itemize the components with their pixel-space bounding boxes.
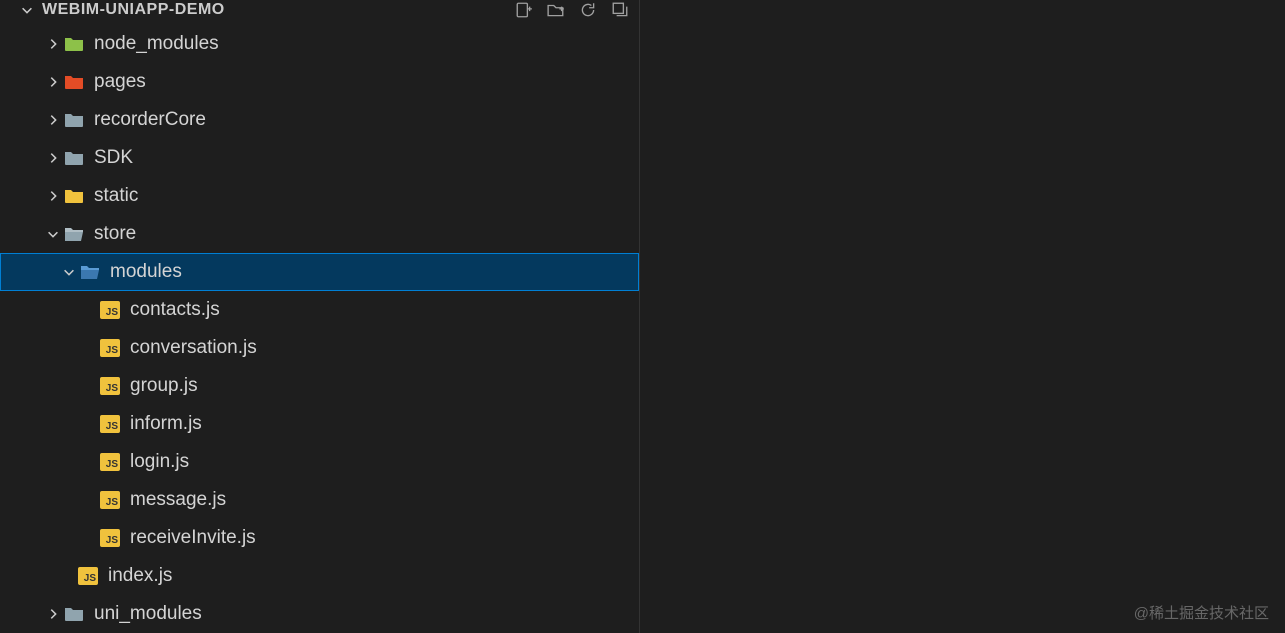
tree-item-store[interactable]: store	[0, 215, 639, 253]
tree-item-static[interactable]: static	[0, 177, 639, 215]
tree-item-label: login.js	[130, 451, 189, 473]
file-tree: node_modules pages recorderCore SDK stat…	[0, 25, 639, 633]
explorer-header: WEBIM-UNIAPP-DEMO	[0, 0, 639, 25]
project-title: WEBIM-UNIAPP-DEMO	[42, 1, 225, 19]
explorer-actions	[515, 1, 629, 19]
tree-item-label: message.js	[130, 489, 226, 511]
tree-item-receive-invite-js[interactable]: JS receiveInvite.js	[0, 519, 639, 557]
chevron-down-icon	[60, 265, 78, 279]
watermark-text: @稀土掘金技术社区	[1134, 602, 1269, 623]
chevron-right-icon	[44, 607, 62, 621]
folder-icon	[62, 149, 86, 167]
js-file-icon: JS	[98, 339, 122, 357]
chevron-right-icon	[44, 113, 62, 127]
tree-item-label: modules	[110, 261, 182, 283]
js-file-icon: JS	[76, 567, 100, 585]
tree-item-label: static	[94, 185, 138, 207]
folder-open-icon	[62, 225, 86, 243]
chevron-down-icon	[18, 3, 36, 17]
new-file-icon[interactable]	[515, 1, 533, 19]
tree-item-conversation-js[interactable]: JS conversation.js	[0, 329, 639, 367]
tree-item-label: contacts.js	[130, 299, 220, 321]
tree-item-label: uni_modules	[94, 603, 202, 625]
collapse-all-icon[interactable]	[611, 1, 629, 19]
folder-open-icon	[78, 263, 102, 281]
tree-item-modules[interactable]: modules	[0, 253, 639, 291]
js-file-icon: JS	[98, 301, 122, 319]
new-folder-icon[interactable]	[547, 1, 565, 19]
tree-item-label: group.js	[130, 375, 198, 397]
tree-item-label: store	[94, 223, 136, 245]
folder-icon	[62, 73, 86, 91]
tree-item-login-js[interactable]: JS login.js	[0, 443, 639, 481]
project-title-row[interactable]: WEBIM-UNIAPP-DEMO	[18, 1, 225, 19]
tree-item-sdk[interactable]: SDK	[0, 139, 639, 177]
js-file-icon: JS	[98, 415, 122, 433]
tree-item-contacts-js[interactable]: JS contacts.js	[0, 291, 639, 329]
tree-item-recorder-core[interactable]: recorderCore	[0, 101, 639, 139]
chevron-down-icon	[44, 227, 62, 241]
vscode-logo-icon	[945, 104, 1285, 529]
editor-empty-area: @稀土掘金技术社区	[640, 0, 1285, 633]
chevron-right-icon	[44, 189, 62, 203]
js-file-icon: JS	[98, 377, 122, 395]
folder-icon	[62, 111, 86, 129]
tree-item-label: inform.js	[130, 413, 202, 435]
tree-item-inform-js[interactable]: JS inform.js	[0, 405, 639, 443]
tree-item-label: conversation.js	[130, 337, 257, 359]
tree-item-label: pages	[94, 71, 146, 93]
chevron-right-icon	[44, 151, 62, 165]
tree-item-index-js[interactable]: JS index.js	[0, 557, 639, 595]
folder-icon	[62, 605, 86, 623]
js-file-icon: JS	[98, 529, 122, 547]
chevron-right-icon	[44, 75, 62, 89]
refresh-icon[interactable]	[579, 1, 597, 19]
js-file-icon: JS	[98, 453, 122, 471]
tree-item-label: receiveInvite.js	[130, 527, 256, 549]
tree-item-node-modules[interactable]: node_modules	[0, 25, 639, 63]
tree-item-uni-modules[interactable]: uni_modules	[0, 595, 639, 633]
js-file-icon: JS	[98, 491, 122, 509]
tree-item-pages[interactable]: pages	[0, 63, 639, 101]
chevron-right-icon	[44, 37, 62, 51]
tree-item-group-js[interactable]: JS group.js	[0, 367, 639, 405]
tree-item-label: node_modules	[94, 33, 219, 55]
tree-item-label: index.js	[108, 565, 172, 587]
tree-item-message-js[interactable]: JS message.js	[0, 481, 639, 519]
tree-item-label: SDK	[94, 147, 133, 169]
tree-item-label: recorderCore	[94, 109, 206, 131]
folder-icon	[62, 35, 86, 53]
folder-icon	[62, 187, 86, 205]
file-explorer-sidebar: WEBIM-UNIAPP-DEMO node_modules	[0, 0, 640, 633]
